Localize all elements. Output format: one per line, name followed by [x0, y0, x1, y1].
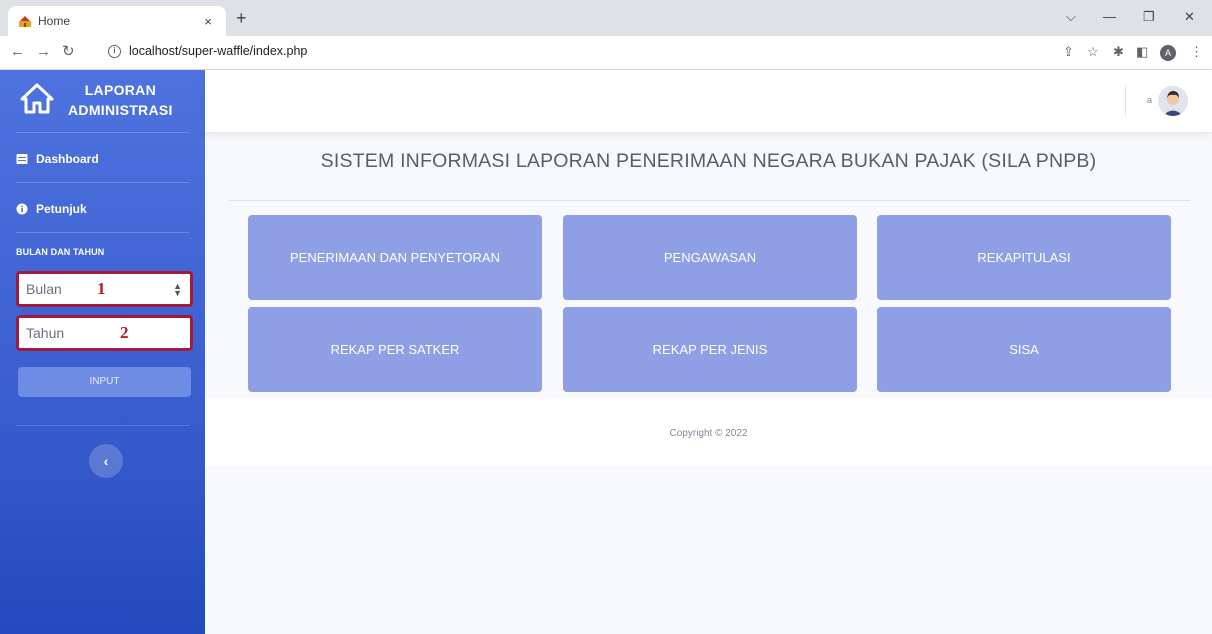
topbar: a [205, 70, 1212, 132]
browser-tab-strip: Home × + ⌵ — ❐ ✕ [0, 0, 1212, 36]
sidebar-divider [16, 182, 189, 183]
url-field[interactable]: i localhost/super-waffle/index.php [108, 44, 307, 58]
footer: Copyright © 2022 [205, 398, 1212, 466]
rekap-per-jenis-button[interactable]: REKAP PER JENIS [563, 307, 857, 392]
info-circle-icon [16, 203, 28, 215]
minimize-icon[interactable]: — [1103, 9, 1116, 24]
month-select-value: Bulan [26, 281, 62, 297]
bookmark-star-icon[interactable]: ☆ [1087, 44, 1099, 60]
reload-icon[interactable]: ↻ [62, 44, 75, 60]
home-icon [20, 83, 54, 114]
back-icon[interactable]: ← [10, 44, 25, 60]
brand-title: LAPORAN ADMINISTRASI [68, 80, 173, 120]
browser-tab[interactable]: Home × [8, 6, 226, 36]
forward-icon[interactable]: → [36, 44, 51, 60]
month-select[interactable]: Bulan 1 ▲ ▼ [16, 271, 193, 307]
sidebar-item-petunjuk[interactable]: Petunjuk [16, 202, 87, 216]
user-avatar-icon [1158, 86, 1188, 116]
tab-search-icon[interactable]: ⌵ [1066, 9, 1076, 25]
sidebar-divider [16, 132, 189, 133]
pengawasan-button[interactable]: PENGAWASAN [563, 215, 857, 300]
user-name[interactable]: a [1147, 95, 1152, 105]
sidebar-toggle-button[interactable]: ‹ [89, 444, 123, 478]
brand-line-2: ADMINISTRASI [68, 102, 173, 118]
sisa-button[interactable]: SISA [877, 307, 1171, 392]
rekap-per-satker-button[interactable]: REKAP PER SATKER [248, 307, 542, 392]
sidebar-item-label: Dashboard [36, 152, 99, 166]
url-text: localhost/super-waffle/index.php [129, 44, 308, 58]
table-icon [16, 154, 28, 164]
sidebar-item-dashboard[interactable]: Dashboard [16, 152, 99, 166]
title-divider [228, 200, 1190, 201]
brand-line-1: LAPORAN [84, 82, 157, 98]
profile-avatar[interactable]: A [1160, 45, 1176, 61]
year-input-placeholder: Tahun [26, 325, 65, 341]
side-panel-icon[interactable]: ◧ [1136, 44, 1148, 60]
sidebar-brand[interactable]: LAPORAN ADMINISTRASI [0, 70, 205, 132]
restore-icon[interactable]: ❐ [1143, 9, 1155, 25]
year-input[interactable]: Tahun 2 [16, 315, 193, 351]
annotation-number: 2 [120, 323, 129, 342]
favicon-icon [19, 16, 31, 27]
select-arrows-icon: ▲ ▼ [173, 281, 182, 298]
topbar-divider [1125, 86, 1126, 116]
menu-kebab-icon[interactable]: ⋮ [1190, 44, 1203, 60]
rekapitulasi-button[interactable]: REKAPITULASI [877, 215, 1171, 300]
page-title: SISTEM INFORMASI LAPORAN PENERIMAAN NEGA… [320, 150, 1097, 172]
penerimaan-penyetoran-button[interactable]: PENERIMAAN DAN PENYETORAN [248, 215, 542, 300]
sidebar-item-label: Petunjuk [36, 202, 87, 216]
site-info-icon[interactable]: i [108, 44, 121, 58]
annotation-number: 1 [97, 279, 106, 298]
avatar[interactable] [1158, 86, 1188, 116]
section-heading: BULAN DAN TAHUN [16, 247, 105, 257]
sidebar: LAPORAN ADMINISTRASI Dashboard Petunjuk … [0, 70, 205, 634]
input-button[interactable]: INPUT [18, 367, 191, 397]
tab-close-icon[interactable]: × [200, 14, 216, 29]
window-close-icon[interactable]: ✕ [1184, 9, 1195, 25]
share-icon[interactable]: ⇪ [1063, 44, 1074, 60]
sidebar-divider [16, 425, 189, 426]
tab-title: Home [38, 14, 71, 28]
address-bar: ← → ↻ i localhost/super-waffle/index.php… [0, 36, 1212, 70]
extensions-icon[interactable]: ✱ [1113, 44, 1124, 60]
new-tab-button[interactable]: + [236, 9, 247, 27]
sidebar-divider [16, 232, 189, 233]
copyright-text: Copyright © 2022 [669, 428, 748, 439]
